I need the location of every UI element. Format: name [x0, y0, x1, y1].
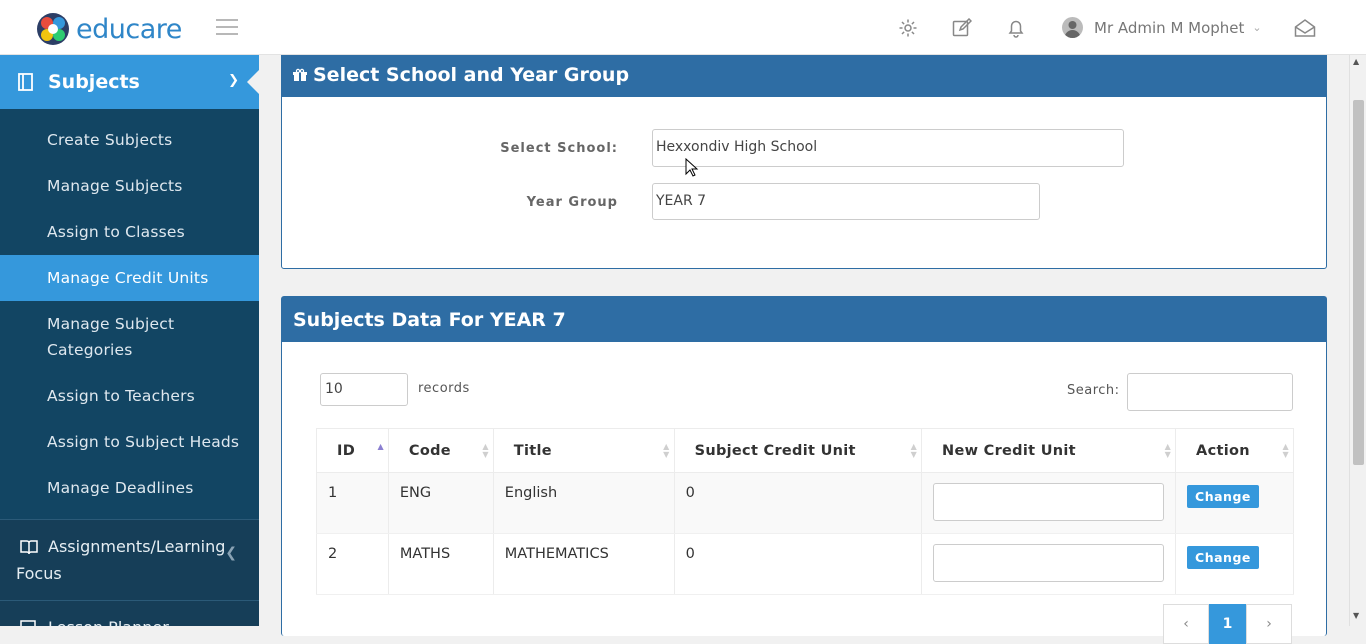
col-code[interactable]: Code ▲ ▼ [387, 428, 494, 473]
cell-id: 2 [316, 533, 389, 595]
records-label: records [418, 381, 470, 396]
bell-icon[interactable] [1006, 18, 1026, 38]
cell-credit: 0 [673, 533, 923, 595]
table-header-row: ID ▲ Code ▲ ▼ Title ▲ ▼ Subject Credit Unit ▲ ▼… [316, 428, 1294, 473]
menu-toggle-icon[interactable] [216, 19, 238, 35]
select-school-panel: Select School and Year Group Select Scho… [281, 51, 1327, 269]
panel-header: Select School and Year Group [282, 52, 1326, 97]
chevron-left-icon: ❮ [225, 545, 237, 561]
top-bar: educare Mr Admin M Mophet ⌄ [0, 0, 1366, 55]
subjects-data-panel: Subjects Data For YEAR 7 10 records Sear… [281, 296, 1327, 644]
page-scrollbar[interactable]: ▲ ▼ [1349, 55, 1366, 626]
chevron-left-icon: ❮ [225, 621, 237, 626]
book-icon [18, 73, 33, 91]
scroll-up-icon[interactable]: ▲ [1353, 57, 1359, 66]
table-row: 1 ENG English 0 Change [316, 472, 1294, 534]
logo[interactable]: educare [36, 12, 182, 46]
sidebar-section-label: Assignments/Learning Focus [16, 537, 226, 583]
scroll-down-icon[interactable]: ▼ [1353, 611, 1359, 620]
sidebar-item-manage-deadlines[interactable]: Manage Deadlines [0, 465, 259, 511]
cell-code: ENG [387, 472, 494, 534]
col-new-credit-unit[interactable]: New Credit Unit ▲ ▼ [921, 428, 1177, 473]
pagination-next[interactable]: › [1246, 604, 1292, 644]
year-group-label: Year Group [526, 195, 618, 210]
sidebar: Subjects ❯ Create Subjects Manage Subjec… [0, 55, 259, 626]
sidebar-item-assign-classes[interactable]: Assign to Classes [0, 209, 259, 255]
chevron-down-icon: ❯ [228, 73, 239, 88]
sidebar-item-assign-subject-heads[interactable]: Assign to Subject Heads [0, 419, 259, 465]
user-menu[interactable]: Mr Admin M Mophet ⌄ [1062, 17, 1262, 38]
sidebar-section-lesson-planner[interactable]: Lesson Planner ❮ [0, 600, 259, 626]
active-notch [247, 69, 259, 95]
edit-icon[interactable] [952, 17, 973, 38]
pagination-prev[interactable]: ‹ [1163, 604, 1209, 644]
table-row: 2 MATHS MATHEMATICS 0 Change [316, 533, 1294, 595]
col-title[interactable]: Title ▲ ▼ [492, 428, 675, 473]
logo-icon [36, 12, 70, 46]
sidebar-item-assign-teachers[interactable]: Assign to Teachers [0, 373, 259, 419]
cell-title: English [492, 472, 675, 534]
new-credit-input[interactable] [933, 544, 1165, 582]
pagination: ‹ 1 › [1163, 604, 1292, 644]
sidebar-section-assignments[interactable]: Assignments/Learning Focus ❮ [0, 519, 259, 600]
cell-title: MATHEMATICS [492, 533, 675, 595]
col-subject-credit-unit[interactable]: Subject Credit Unit ▲ ▼ [673, 428, 923, 473]
change-button[interactable]: Change [1187, 485, 1259, 508]
cell-credit: 0 [673, 472, 923, 534]
subjects-table: ID ▲ Code ▲ ▼ Title ▲ ▼ Subject Credit Unit ▲ ▼… [316, 428, 1294, 595]
sidebar-section-label: Lesson Planner [16, 618, 169, 626]
brand-name: educare [76, 13, 182, 45]
sort-icon: ▲ ▼ [482, 442, 489, 459]
gear-icon[interactable] [898, 18, 918, 38]
school-select[interactable]: Hexxondiv High School [652, 129, 1124, 167]
panel-title: Select School and Year Group [313, 63, 630, 86]
sidebar-item-manage-subjects[interactable]: Manage Subjects [0, 163, 259, 209]
new-credit-input[interactable] [933, 483, 1165, 521]
sort-asc-icon: ▲ [377, 442, 384, 451]
cell-action: Change [1175, 472, 1294, 534]
inbox-icon[interactable] [1294, 18, 1316, 38]
chevron-down-icon: ⌄ [1252, 21, 1262, 34]
cell-id: 1 [316, 472, 389, 534]
open-book-icon [20, 540, 38, 555]
mouse-cursor-icon [685, 158, 699, 177]
school-label: Select School: [500, 141, 618, 156]
sort-icon: ▲ ▼ [910, 442, 918, 459]
gift-icon [293, 68, 307, 81]
scrollbar-thumb[interactable] [1353, 100, 1364, 465]
cell-new-credit [921, 533, 1177, 595]
col-action[interactable]: Action ▲ ▼ [1175, 428, 1294, 473]
user-name: Mr Admin M Mophet [1094, 18, 1245, 37]
pagination-page-current[interactable]: 1 [1209, 604, 1246, 644]
sidebar-item-create-subjects[interactable]: Create Subjects [0, 117, 259, 163]
change-button[interactable]: Change [1187, 546, 1259, 569]
sidebar-submenu: Create Subjects Manage Subjects Assign t… [0, 109, 259, 519]
year-group-select[interactable]: YEAR 7 [652, 183, 1040, 220]
search-input[interactable] [1127, 373, 1293, 411]
cell-new-credit [921, 472, 1177, 534]
sidebar-section-label: Subjects [48, 71, 140, 93]
cell-code: MATHS [387, 533, 494, 595]
sort-icon: ▲ ▼ [1164, 442, 1172, 459]
search-label: Search: [1067, 383, 1120, 398]
sort-icon: ▲ ▼ [1282, 442, 1289, 459]
col-id[interactable]: ID ▲ [316, 428, 389, 473]
note-icon [20, 620, 36, 626]
cell-action: Change [1175, 533, 1294, 595]
sidebar-item-manage-subject-categories[interactable]: Manage Subject Categories [0, 301, 259, 373]
avatar [1062, 17, 1083, 38]
records-per-page-select[interactable]: 10 [320, 373, 408, 406]
sidebar-item-manage-credit-units[interactable]: Manage Credit Units [0, 255, 259, 301]
sort-icon: ▲ ▼ [663, 442, 670, 459]
panel-title: Subjects Data For YEAR 7 [293, 308, 566, 331]
panel-header: Subjects Data For YEAR 7 [282, 297, 1326, 342]
sidebar-section-subjects[interactable]: Subjects ❯ [0, 55, 259, 109]
